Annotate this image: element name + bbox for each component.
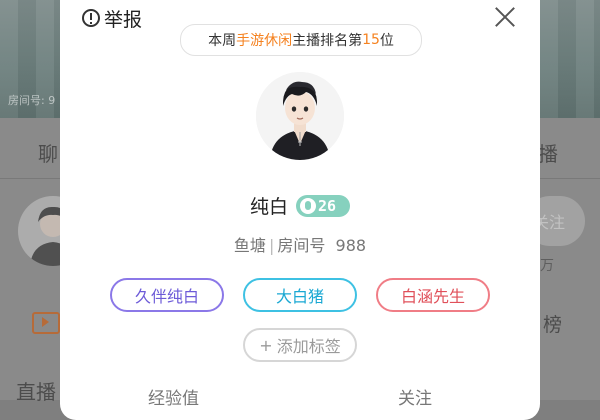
platform-name: 鱼塘 (233, 236, 266, 255)
add-tag-label: 添加标签 (276, 337, 341, 356)
experience-label: 经验值 (148, 389, 199, 409)
video-icon[interactable] (32, 312, 60, 334)
report-label: 举报 (104, 8, 143, 31)
add-tag-button[interactable]: + 添加标签 (243, 328, 357, 362)
tag-item[interactable]: 白涵先生 (376, 278, 490, 312)
level-number: 26 (318, 196, 337, 215)
rank-category: 手游休闲 (236, 33, 293, 49)
streamer-profile-card: 举报 本周手游休闲主播排名第15位 纯白 26 鱼塘|房间号 988 (60, 0, 540, 420)
tab-chat[interactable]: 聊 (38, 138, 58, 167)
tag-list: 久伴纯白 大白猪 白涵先生 (110, 278, 490, 314)
weekly-rank-badge[interactable]: 本周 手游休闲 主播排名第 15 位 (180, 24, 422, 56)
streamer-name-row: 纯白 26 (60, 192, 540, 219)
separator: | (268, 236, 275, 255)
streamer-name: 纯白 (249, 196, 288, 218)
follow-label: 关注 (398, 389, 432, 409)
close-icon[interactable] (492, 4, 518, 30)
level-icon (300, 197, 316, 214)
fans-count: 万 (540, 258, 554, 274)
rank-prefix: 本周 (208, 33, 237, 49)
room-number-overlay: 房间号: 9 (8, 94, 56, 107)
tab-live[interactable]: 播 (538, 138, 558, 167)
rank-label[interactable]: 榜 (543, 310, 562, 337)
room-number-label: 房间号 (277, 236, 326, 255)
tag-item[interactable]: 久伴纯白 (110, 278, 224, 312)
warning-icon (82, 9, 100, 27)
live-section-title: 直播 (16, 380, 56, 404)
rank-middle: 主播排名第 (292, 33, 363, 49)
room-number: 988 (335, 236, 367, 255)
level-badge: 26 (296, 194, 350, 217)
tag-item[interactable]: 大白猪 (243, 278, 357, 312)
rank-suffix: 位 (379, 33, 394, 49)
report-button[interactable]: 举报 (82, 4, 142, 32)
plus-icon: + (259, 335, 273, 355)
rank-position: 15 (362, 32, 380, 48)
streamer-avatar[interactable] (256, 72, 344, 160)
room-info: 鱼塘 | 房间号 988 (60, 232, 540, 256)
